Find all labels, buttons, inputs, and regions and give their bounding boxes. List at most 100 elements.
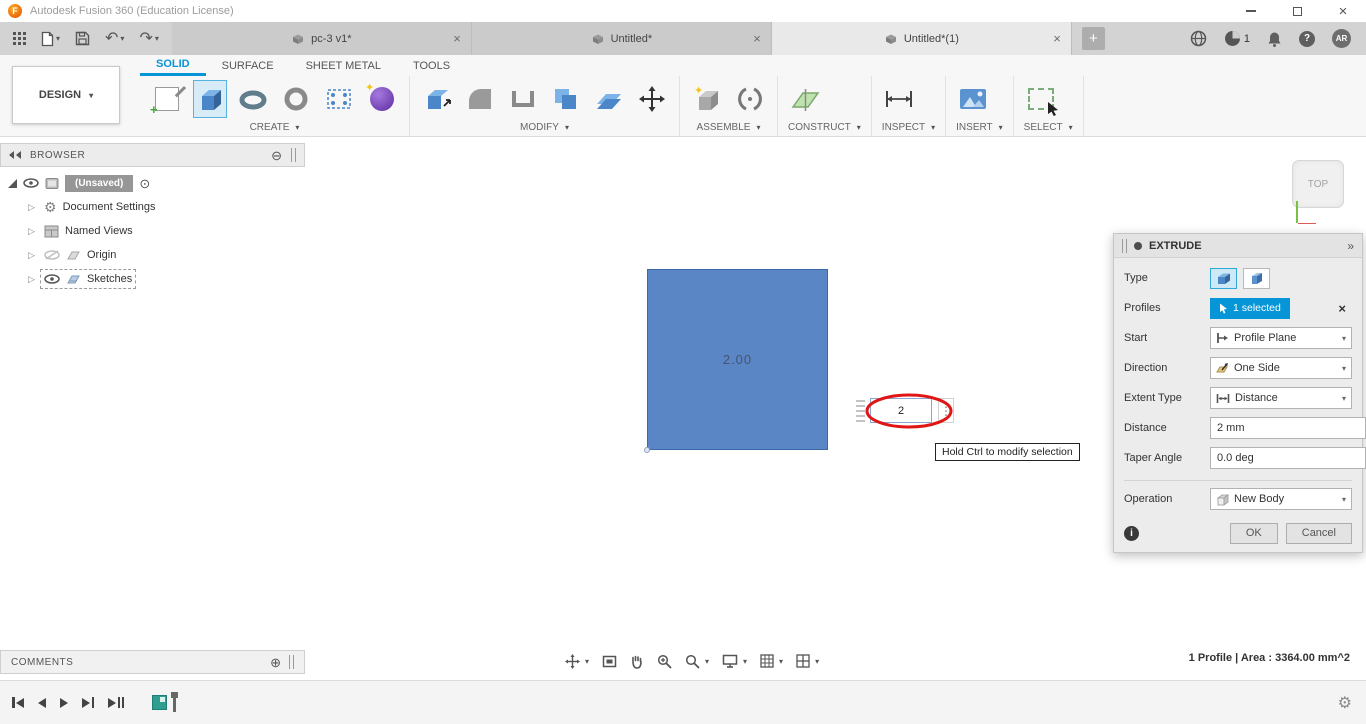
insert-canvas-button[interactable]	[956, 80, 990, 118]
move-copy-button[interactable]	[635, 80, 669, 118]
comments-panel-header[interactable]: COMMENTS ⊕	[0, 650, 305, 674]
tree-item-sketches[interactable]: ▷ Sketches	[8, 267, 156, 291]
tab-sheet-metal[interactable]: SHEET METAL	[290, 55, 397, 76]
joint-button[interactable]	[733, 80, 767, 118]
group-create-menu[interactable]: CREATE ▾	[150, 119, 399, 136]
type-thin-extrude-button[interactable]	[1243, 267, 1270, 289]
sketch-vertex-point[interactable]	[644, 447, 650, 453]
save-button[interactable]	[75, 31, 90, 46]
extrude-button[interactable]	[193, 79, 227, 118]
create-sketch-button[interactable]: +	[150, 80, 186, 118]
tab-close-icon[interactable]: ×	[1053, 31, 1061, 46]
group-insert-menu[interactable]: INSERT ▾	[956, 119, 1003, 136]
tree-item-origin[interactable]: ▷ Origin	[8, 243, 156, 267]
timeline-playhead[interactable]	[171, 691, 179, 714]
visibility-eye-icon[interactable]	[44, 274, 60, 284]
tab-untitled[interactable]: Untitled* ×	[471, 22, 772, 55]
expand-icon[interactable]: ▷	[28, 250, 38, 261]
ok-button[interactable]: OK	[1229, 522, 1278, 544]
panel-drag-grip[interactable]	[291, 148, 296, 162]
group-modify-menu[interactable]: MODIFY ▾	[420, 119, 669, 136]
extrude-dialog-header[interactable]: EXTRUDE »	[1114, 234, 1362, 258]
tab-surface[interactable]: SURFACE	[206, 55, 290, 76]
job-status-button[interactable]: 1	[1224, 30, 1250, 47]
expand-icon[interactable]: ▷	[28, 274, 38, 285]
timeline-step-back-button[interactable]	[38, 697, 46, 708]
user-avatar[interactable]: AR	[1332, 29, 1351, 48]
group-assemble-menu[interactable]: ASSEMBLE ▾	[690, 119, 767, 136]
activate-target-icon[interactable]: ⊙	[139, 177, 150, 190]
dialog-expand-icon[interactable]: »	[1347, 239, 1354, 253]
new-tab-button[interactable]: +	[1081, 27, 1105, 50]
timeline-sketch-feature[interactable]	[152, 695, 167, 710]
operation-dropdown[interactable]: New Body ▾	[1210, 488, 1352, 510]
combine-button[interactable]	[549, 80, 583, 118]
manipulator-options-icon[interactable]: ⋮	[938, 398, 954, 423]
viewports-button[interactable]: ▾	[796, 654, 819, 668]
timeline-settings-gear-icon[interactable]: ⚙	[1338, 693, 1366, 713]
cancel-button[interactable]: Cancel	[1285, 522, 1352, 544]
info-icon[interactable]: i	[1124, 525, 1139, 541]
fit-view-button[interactable]	[602, 655, 617, 668]
select-button[interactable]	[1024, 80, 1058, 118]
minimize-button[interactable]	[1228, 0, 1274, 22]
workspace-switcher[interactable]: DESIGN ▾	[12, 66, 120, 124]
viewcube[interactable]: TOP	[1292, 160, 1344, 224]
tab-solid[interactable]: SOLID	[140, 55, 206, 76]
tree-item-named-views[interactable]: ▷ Named Views	[8, 219, 156, 243]
timeline-end-button[interactable]	[108, 697, 124, 708]
new-component-button[interactable]: ✦	[690, 80, 724, 118]
collaboration-globe-icon[interactable]	[1190, 30, 1207, 47]
extruded-body-preview[interactable]: 2.00	[644, 269, 828, 453]
tab-tools[interactable]: TOOLS	[397, 55, 466, 76]
tab-untitled-1-active[interactable]: Untitled*(1) ×	[771, 22, 1072, 55]
pan-button[interactable]	[630, 654, 644, 669]
collapse-panel-icon[interactable]	[9, 151, 21, 159]
help-button[interactable]: ?	[1299, 30, 1315, 47]
model-canvas[interactable]: BROWSER ⊖ (Unsaved) ⊙ ▷ ⚙ Document Setti…	[0, 137, 1366, 680]
dialog-drag-grip[interactable]	[1122, 238, 1127, 253]
distance-field[interactable]	[1210, 417, 1366, 439]
revolve-button[interactable]	[236, 80, 270, 118]
fillet-button[interactable]	[463, 80, 497, 118]
display-settings-button[interactable]: ▾	[722, 654, 747, 668]
panel-drag-grip[interactable]	[289, 655, 294, 669]
group-select-menu[interactable]: SELECT ▾	[1024, 119, 1073, 136]
group-construct-menu[interactable]: CONSTRUCT ▾	[788, 119, 861, 136]
tab-pc-3-v1[interactable]: pc-3 v1* ×	[171, 22, 472, 55]
undo-button[interactable]: ↶ ▾	[105, 30, 124, 47]
distance-value-input[interactable]	[870, 398, 932, 423]
type-extrude-button[interactable]	[1210, 267, 1237, 289]
app-grid-icon[interactable]	[13, 32, 26, 45]
taper-angle-field[interactable]	[1210, 447, 1366, 469]
tree-item-document-settings[interactable]: ▷ ⚙ Document Settings	[8, 195, 156, 219]
grid-snap-button[interactable]: ▾	[760, 654, 783, 668]
coil-button[interactable]: ✦	[365, 80, 399, 118]
manipulator-drag-grip[interactable]	[856, 399, 865, 422]
press-pull-button[interactable]	[420, 80, 454, 118]
split-body-button[interactable]	[592, 80, 626, 118]
measure-button[interactable]	[882, 80, 916, 118]
hole-button[interactable]	[279, 80, 313, 118]
clear-selection-icon[interactable]: ×	[1338, 301, 1346, 316]
tab-close-icon[interactable]: ×	[753, 31, 761, 46]
expand-icon[interactable]: ▷	[28, 202, 38, 213]
file-menu-button[interactable]: ▾	[41, 31, 60, 47]
visibility-eye-icon[interactable]	[23, 178, 39, 188]
tree-root-row[interactable]: (Unsaved) ⊙	[8, 171, 156, 195]
maximize-button[interactable]	[1274, 0, 1320, 22]
timeline-step-forward-button[interactable]	[82, 697, 94, 708]
hide-panel-icon[interactable]: ⊖	[271, 149, 282, 162]
construct-plane-button[interactable]	[788, 80, 822, 118]
timeline-play-button[interactable]	[60, 697, 68, 708]
timeline-begin-button[interactable]	[12, 697, 24, 708]
pattern-button[interactable]	[322, 80, 356, 118]
extent-type-dropdown[interactable]: Distance ▾	[1210, 387, 1352, 409]
orbit-button[interactable]: ▾	[565, 653, 589, 669]
group-inspect-menu[interactable]: INSPECT ▾	[882, 119, 935, 136]
shell-button[interactable]	[506, 80, 540, 118]
visibility-eye-off-icon[interactable]	[44, 250, 60, 260]
tab-close-icon[interactable]: ×	[453, 31, 461, 46]
zoom-button[interactable]	[657, 654, 672, 669]
notifications-bell-icon[interactable]	[1267, 31, 1282, 47]
